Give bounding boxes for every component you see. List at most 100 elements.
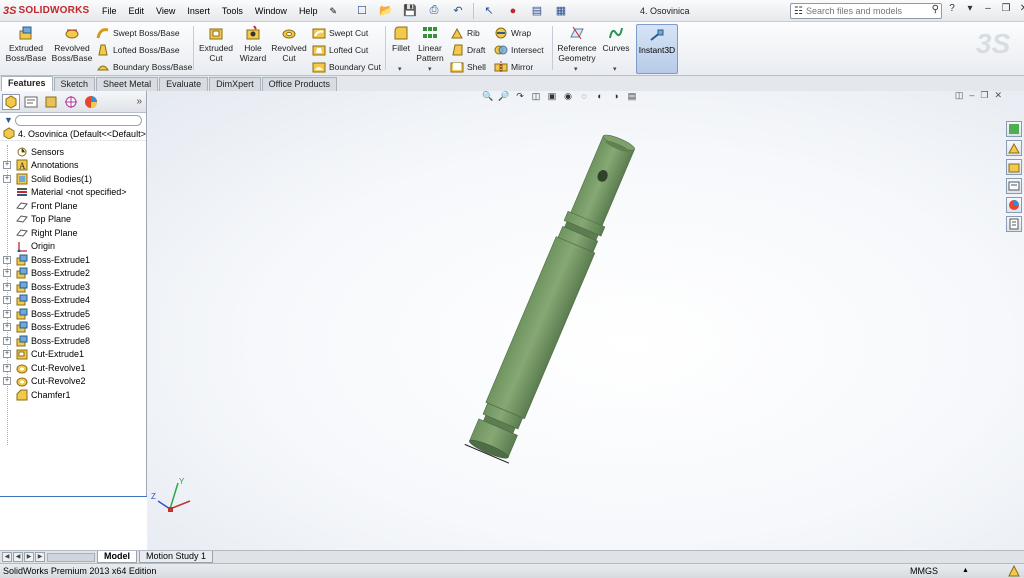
save-icon[interactable]: 💾 — [399, 2, 421, 20]
expand-toggle-icon[interactable]: + — [3, 309, 11, 318]
minimize-icon[interactable]: – — [981, 3, 995, 14]
boundary-boss-button[interactable]: Boundary Boss/Base — [96, 59, 192, 75]
expand-toggle-icon[interactable]: + — [3, 282, 11, 291]
tree-item[interactable]: + Cut-Extrude1 — [0, 348, 147, 362]
linear-pattern-dropdown-icon[interactable]: ▾ — [428, 65, 432, 73]
tree-item[interactable]: Front Plane — [0, 199, 147, 213]
design-library-icon[interactable] — [1006, 140, 1022, 156]
swept-boss-button[interactable]: Swept Boss/Base — [96, 25, 180, 41]
view-palette-icon[interactable] — [1006, 178, 1022, 194]
hole-wizard-button[interactable]: Hole Wizard — [236, 25, 270, 71]
tree-item[interactable]: + Boss-Extrude4 — [0, 294, 147, 308]
options-icon[interactable]: ▦ — [550, 2, 572, 20]
tab-sketch[interactable]: Sketch — [53, 77, 96, 91]
custom-properties-icon[interactable] — [1006, 216, 1022, 232]
menu-view[interactable]: View — [150, 0, 181, 22]
expand-toggle-icon[interactable]: + — [3, 161, 11, 170]
graphics-area[interactable]: 🔍 🔎 ↷ ◫ ▣ ◉ ◌ ◐ ◑ ▤ ◫ – ❐ ✕ Y Z — [148, 91, 1024, 550]
tree-item[interactable]: Right Plane — [0, 226, 147, 240]
expand-toggle-icon[interactable]: + — [3, 296, 11, 305]
file-properties-icon[interactable]: ▤ — [526, 2, 548, 20]
filter-input[interactable] — [14, 114, 142, 126]
rebuild-status-icon[interactable] — [1008, 564, 1020, 578]
tree-item[interactable]: Sensors — [0, 145, 147, 159]
tab-evaluate[interactable]: Evaluate — [159, 77, 209, 91]
panel-expand-icon[interactable]: » — [136, 96, 142, 107]
menu-edit[interactable]: Edit — [123, 0, 151, 22]
solidworks-resources-icon[interactable] — [1006, 121, 1022, 137]
tab-features[interactable]: Features — [1, 76, 53, 91]
tree-item[interactable]: + Cut-Revolve2 — [0, 375, 147, 389]
tree-item[interactable]: + A Annotations — [0, 159, 147, 173]
search-icon[interactable]: ⚲ — [932, 4, 939, 15]
revolved-boss-button[interactable]: Revolved Boss/Base — [50, 25, 94, 71]
expand-toggle-icon[interactable]: + — [3, 336, 11, 345]
extruded-boss-button[interactable]: Extruded Boss/Base — [4, 25, 48, 71]
tree-item[interactable]: + Boss-Extrude3 — [0, 280, 147, 294]
help-dropdown-icon[interactable]: ▾ — [963, 3, 977, 14]
tree-item[interactable]: Chamfer1 — [0, 388, 147, 402]
tab-dimxpert[interactable]: DimXpert — [209, 77, 261, 91]
new-document-icon[interactable]: ☐ — [351, 2, 373, 20]
expand-toggle-icon[interactable]: + — [3, 363, 11, 372]
fillet-dropdown-icon[interactable]: ▾ — [398, 65, 402, 73]
rib-button[interactable]: Rib — [450, 25, 480, 41]
search-input[interactable] — [805, 6, 924, 16]
next-tab-icon[interactable]: ▶ — [24, 552, 34, 562]
tree-item[interactable]: + Solid Bodies(1) — [0, 172, 147, 186]
tree-item[interactable]: + Cut-Revolve1 — [0, 361, 147, 375]
menu-file[interactable]: File — [96, 0, 123, 22]
curves-dropdown-icon[interactable]: ▾ — [613, 65, 617, 73]
menu-tools[interactable]: Tools — [216, 0, 249, 22]
shaft-body[interactable] — [464, 130, 643, 464]
help-button[interactable]: ? — [945, 3, 959, 14]
appearances-scenes-icon[interactable] — [1006, 197, 1022, 213]
extruded-cut-button[interactable]: Extruded Cut — [196, 25, 236, 71]
close-icon[interactable]: ✕ — [1017, 3, 1024, 14]
expand-toggle-icon[interactable]: + — [3, 323, 11, 332]
tree-filter[interactable]: ▼ — [0, 113, 146, 127]
undo-icon[interactable]: ↶ — [447, 2, 469, 20]
configuration-manager-tab-icon[interactable] — [42, 94, 60, 110]
pin-icon[interactable]: ✎ — [323, 0, 343, 22]
search-box[interactable]: ☷ ⚲ — [790, 3, 942, 19]
draft-button[interactable]: Draft — [450, 42, 485, 58]
file-explorer-icon[interactable] — [1006, 159, 1022, 175]
wrap-button[interactable]: Wrap — [494, 25, 531, 41]
tree-item[interactable]: + Boss-Extrude5 — [0, 307, 147, 321]
last-tab-icon[interactable]: ▶ — [35, 552, 45, 562]
units-selector[interactable]: MMGS — [910, 564, 938, 578]
expand-toggle-icon[interactable]: + — [3, 350, 11, 359]
expand-toggle-icon[interactable]: + — [3, 255, 11, 264]
lofted-boss-button[interactable]: Lofted Boss/Base — [96, 42, 180, 58]
tree-item[interactable]: Origin — [0, 240, 147, 254]
mirror-button[interactable]: Mirror — [494, 59, 533, 75]
feature-manager-tab-icon[interactable] — [2, 93, 20, 110]
tab-scrollbar[interactable] — [47, 552, 95, 562]
instant3d-button[interactable]: Instant3D — [636, 24, 678, 74]
intersect-button[interactable]: Intersect — [494, 42, 544, 58]
print-icon[interactable]: ⎙ — [423, 2, 445, 20]
select-icon[interactable]: ↖ — [478, 2, 500, 20]
menu-window[interactable]: Window — [249, 0, 293, 22]
shaft-model[interactable] — [148, 91, 1024, 550]
tree-item[interactable]: Material <not specified> — [0, 186, 147, 200]
tab-sheet-metal[interactable]: Sheet Metal — [96, 77, 159, 91]
shell-button[interactable]: Shell — [450, 59, 486, 75]
first-tab-icon[interactable]: ◀ — [2, 552, 12, 562]
expand-toggle-icon[interactable]: + — [3, 377, 11, 386]
property-manager-tab-icon[interactable] — [22, 94, 40, 110]
revolved-cut-button[interactable]: Revolved Cut — [270, 25, 308, 71]
units-dropdown-icon[interactable]: ▲ — [962, 564, 969, 578]
search-scope-icon[interactable]: ☷ — [794, 6, 803, 17]
tree-root-part[interactable]: 4. Osovinica (Default<<Default> — [0, 127, 146, 141]
tab-office-products[interactable]: Office Products — [261, 77, 337, 91]
solidworks-logo[interactable]: 3S SOLIDWORKS — [0, 0, 96, 22]
tree-item[interactable]: + Boss-Extrude6 — [0, 321, 147, 335]
tab-model[interactable]: Model — [97, 551, 137, 563]
menu-insert[interactable]: Insert — [181, 0, 216, 22]
boundary-cut-button[interactable]: Boundary Cut — [312, 59, 381, 75]
tree-item[interactable]: + Boss-Extrude1 — [0, 253, 147, 267]
tab-motion-study-1[interactable]: Motion Study 1 — [139, 551, 214, 563]
rebuild-traffic-light-icon[interactable]: ● — [502, 2, 524, 20]
